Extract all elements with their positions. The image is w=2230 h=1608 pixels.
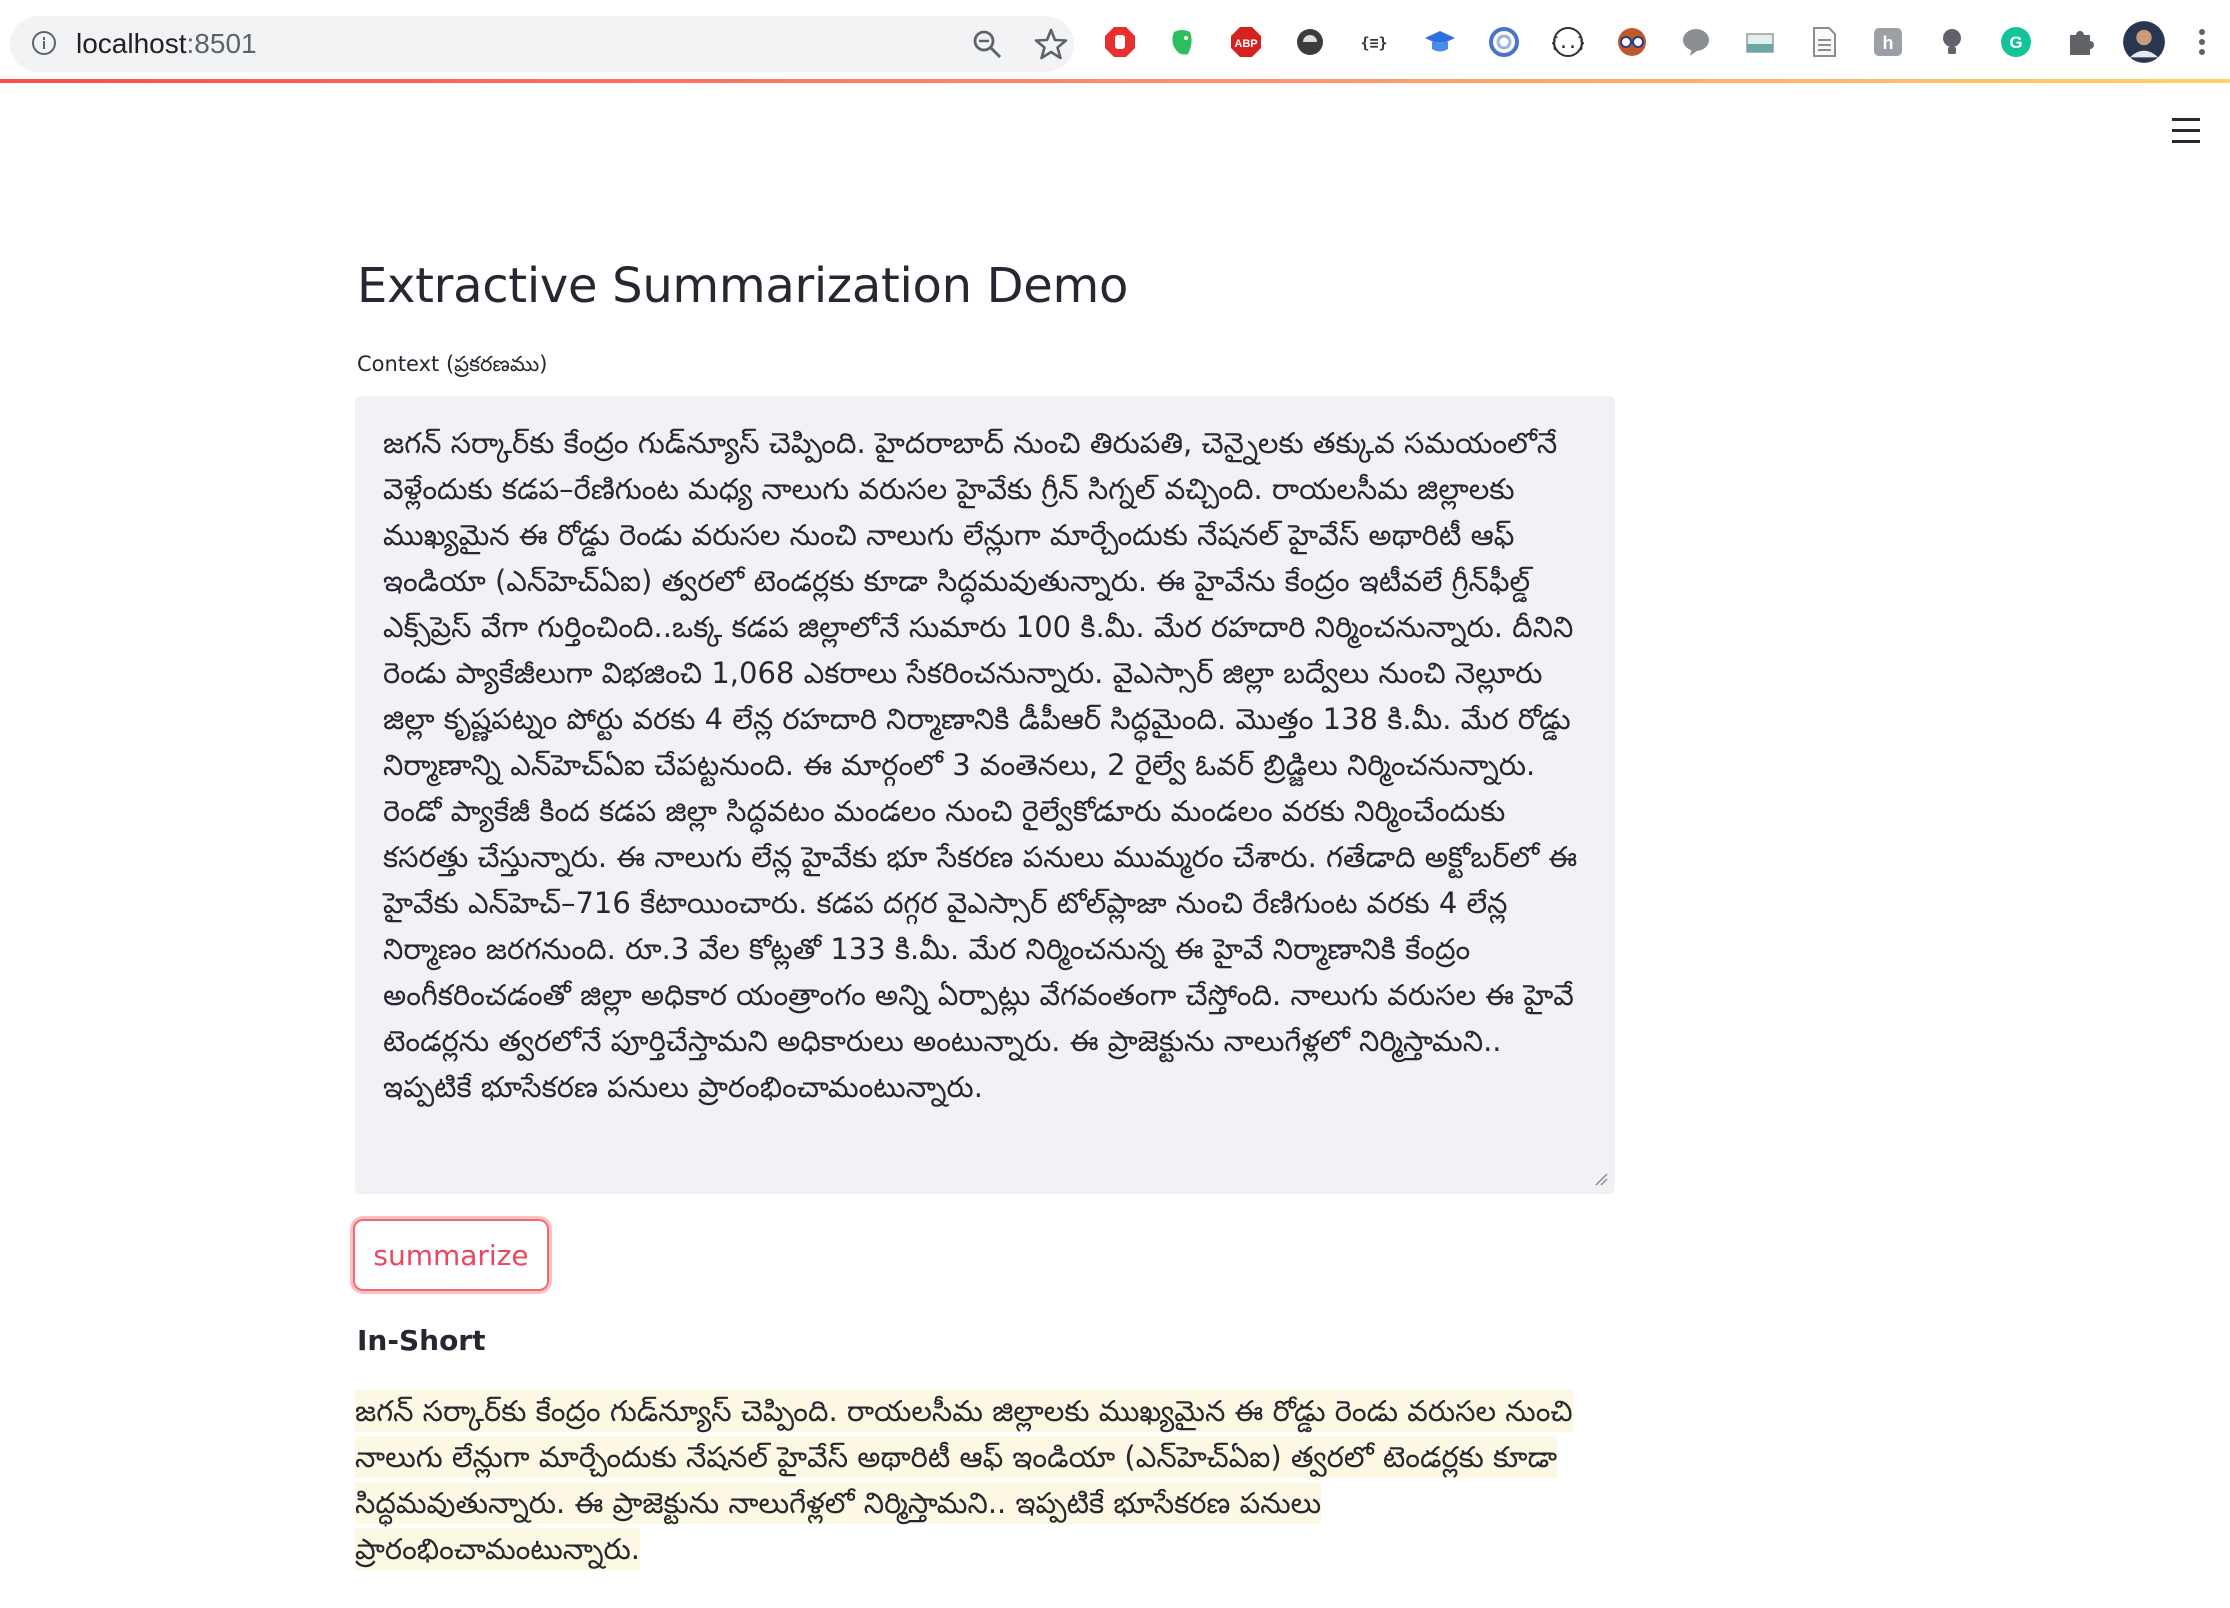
h-tag-icon-glyph: h (1874, 28, 1902, 56)
code-brackets-icon[interactable]: {..} (1550, 26, 1586, 58)
swirl-icon-glyph (1489, 27, 1519, 57)
dark-circle-icon[interactable] (1294, 26, 1326, 58)
owl-glasses-icon[interactable] (1616, 26, 1648, 58)
svg-text:{..}: {..} (1552, 34, 1584, 52)
puzzle-extensions-icon-glyph (2070, 31, 2094, 55)
context-label: Context (ప్రకరణము) (357, 352, 548, 376)
json-viewer-icon[interactable]: {≡} (1358, 26, 1390, 58)
grammarly-icon-glyph: G (2001, 27, 2031, 57)
abp-icon[interactable]: ABP (1230, 26, 1262, 58)
profile-avatar-icon[interactable] (2123, 21, 2165, 63)
json-viewer-icon-glyph: {≡} (1360, 34, 1387, 52)
resize-handle-icon[interactable] (1594, 1172, 1608, 1186)
browser-menu-icon[interactable] (2196, 26, 2228, 58)
hamburger-menu-icon[interactable] (2172, 118, 2200, 144)
site-info-icon[interactable] (32, 31, 56, 55)
puzzle-extensions-icon[interactable] (2064, 26, 2096, 58)
svg-text:ABP: ABP (1234, 38, 1257, 50)
page-title: Extractive Summarization Demo (357, 258, 1129, 314)
url-port: :8501 (186, 28, 257, 59)
browser-menu-icon-glyph (2199, 29, 2205, 55)
lightbulb-icon-glyph (1943, 29, 1961, 54)
graduation-cap-icon-glyph (1425, 31, 1455, 52)
svg-text:h: h (1883, 33, 1894, 53)
bookmark-star-icon[interactable] (1034, 27, 1068, 61)
speech-bubble-icon-glyph (1683, 29, 1709, 56)
url-text[interactable]: localhost:8501 (76, 28, 257, 60)
swirl-icon[interactable] (1488, 26, 1520, 58)
lightbulb-icon[interactable] (1936, 26, 1968, 58)
streamlit-decoration-bar (0, 79, 2230, 83)
h-tag-icon[interactable]: h (1872, 26, 1904, 58)
graduation-cap-icon[interactable] (1424, 26, 1456, 58)
speech-bubble-icon[interactable] (1680, 26, 1712, 58)
evernote-icon-glyph (1172, 30, 1192, 55)
page-ruler-icon-glyph (1746, 33, 1774, 53)
dark-circle-icon-glyph (1297, 29, 1323, 55)
owl-glasses-icon-glyph (1618, 28, 1646, 56)
document-icon[interactable] (1808, 26, 1840, 58)
document-icon-glyph (1813, 27, 1836, 57)
page-ruler-icon[interactable] (1744, 26, 1776, 58)
address-bar[interactable]: localhost:8501 (10, 16, 1074, 72)
summary-text: జగన్ సర్కార్‌కు కేంద్రం గుడ్‌న్యూస్ చెప్… (355, 1390, 1573, 1570)
summarize-button[interactable]: summarize (353, 1219, 549, 1291)
abp-icon-glyph: ABP (1231, 27, 1261, 57)
evernote-icon[interactable] (1166, 26, 1198, 58)
summary-heading: In-Short (357, 1324, 486, 1357)
code-brackets-icon-glyph: {..} (1550, 27, 1586, 57)
adblock-stop-icon[interactable] (1104, 26, 1136, 58)
adblock-stop-icon-glyph (1105, 27, 1135, 57)
context-textarea[interactable]: జగన్ సర్కార్‌కు కేంద్రం గుడ్‌న్యూస్ చెప్… (355, 396, 1615, 1194)
browser-toolbar: localhost:8501 ABP {≡} {..} h G (0, 0, 2230, 80)
grammarly-icon[interactable]: G (2000, 26, 2032, 58)
zoom-icon[interactable] (972, 29, 1002, 59)
summary-output: జగన్ సర్కార్‌కు కేంద్రం గుడ్‌న్యూస్ చెప్… (355, 1388, 1615, 1572)
svg-text:{≡}: {≡} (1360, 34, 1387, 52)
svg-text:G: G (2009, 33, 2022, 52)
url-host: localhost (76, 28, 187, 59)
profile-avatar-icon-glyph (2123, 21, 2165, 63)
